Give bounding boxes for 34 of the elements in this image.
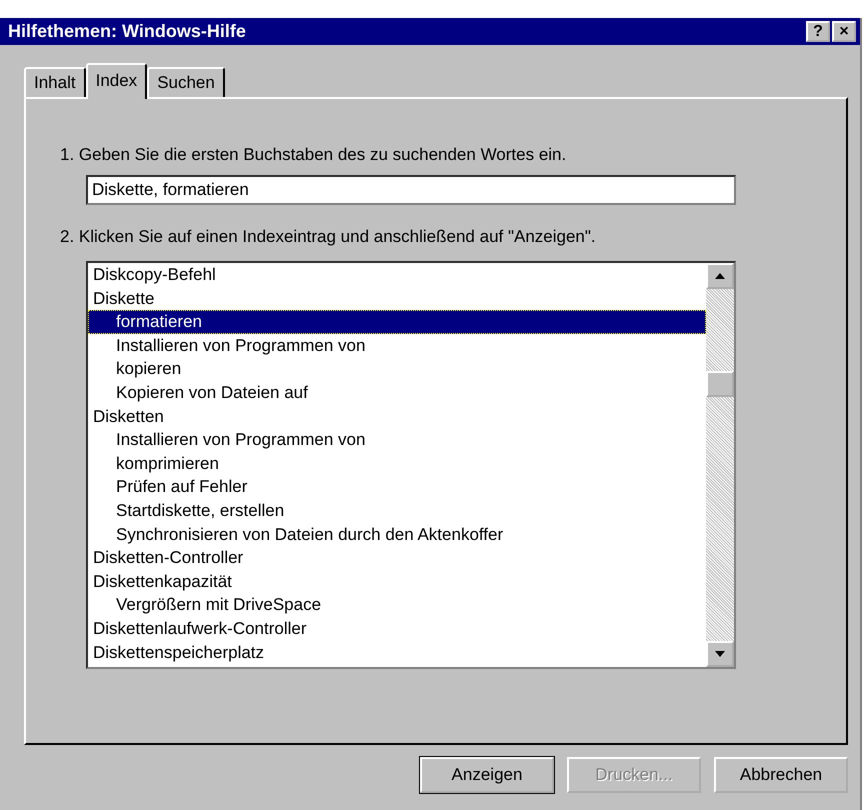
index-entry[interactable]: formatieren <box>88 310 706 334</box>
help-button[interactable]: ? <box>806 21 830 42</box>
dialog-button[interactable]: Abbrechen <box>714 757 848 793</box>
index-entry[interactable]: Prüfen auf Fehler <box>88 475 706 499</box>
index-entry[interactable]: Disketten-Controller <box>88 546 706 570</box>
scroll-up-button[interactable] <box>706 263 734 289</box>
tab[interactable]: Inhalt <box>24 67 86 97</box>
window-title: Hilfethemen: Windows-Hilfe <box>8 21 246 42</box>
index-entry[interactable]: Diskettenlaufwerk-Controller <box>88 616 706 640</box>
scrollbar[interactable] <box>706 263 734 667</box>
index-entry[interactable]: Synchronisieren von Dateien durch den Aktenkoffer <box>88 522 706 546</box>
scroll-down-button[interactable] <box>706 641 734 667</box>
up-arrow-icon <box>715 273 725 279</box>
tab[interactable]: Index <box>86 63 148 99</box>
index-entry[interactable]: Diskette <box>88 286 706 310</box>
index-entry[interactable]: Startdiskette, erstellen <box>88 498 706 523</box>
index-entry[interactable]: Installieren von Programmen von <box>88 334 706 358</box>
dialog-button[interactable]: Anzeigen <box>420 757 554 793</box>
scroll-thumb[interactable] <box>706 371 734 397</box>
instruction-text: 2. Klicken Sie auf einen Indexeintrag und anschließend auf "Anzeigen". <box>60 227 597 248</box>
tab[interactable]: Suchen <box>147 67 225 97</box>
down-arrow-icon <box>715 651 725 657</box>
close-button[interactable]: × <box>832 21 856 42</box>
index-entry[interactable]: Disketten <box>88 404 706 428</box>
index-entry[interactable]: Diskcopy-Befehl <box>88 263 706 287</box>
index-entry[interactable]: Vergrößern mit DriveSpace <box>88 593 706 617</box>
instruction-text: 1. Geben Sie die ersten Buchstaben des zu suchenden Wortes ein. <box>60 145 568 166</box>
index-entry[interactable]: komprimieren <box>88 452 706 476</box>
index-entry[interactable]: Diskettenspeicherplatz <box>88 640 706 664</box>
index-entry[interactable]: Installieren von Programmen von <box>88 428 706 452</box>
search-field[interactable]: Diskette, formatieren <box>86 175 736 205</box>
index-entry[interactable]: Diskettenkapazität <box>88 570 706 594</box>
index-entry[interactable]: Kopieren von Dateien auf <box>88 380 706 405</box>
index-entry[interactable]: kopieren <box>88 357 706 381</box>
